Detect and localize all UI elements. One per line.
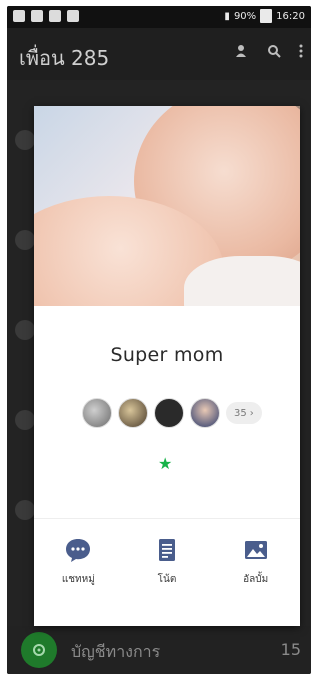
chat-bubble-icon [66, 539, 91, 562]
list-avatar [15, 130, 35, 150]
avatar[interactable] [82, 398, 112, 428]
note-button[interactable]: โน้ต [127, 536, 207, 606]
page-title: เพื่อน 285 [19, 46, 110, 70]
system-icons: ▮ 90% 16:20 [224, 9, 305, 23]
cover-photo[interactable] [34, 106, 300, 306]
app-icon [67, 10, 79, 22]
note-icon [158, 539, 175, 561]
search-icon[interactable] [267, 44, 281, 58]
member-avatars[interactable]: 35 › [82, 398, 262, 428]
more-menu-icon[interactable] [299, 44, 303, 58]
official-accounts-count: 15 [280, 640, 301, 659]
official-accounts-row[interactable]: บัญชีทางการ 15 [7, 626, 311, 674]
chevron-right-icon: › [249, 407, 254, 419]
group-name: Super mom [110, 344, 224, 366]
more-members-button[interactable]: 35 › [226, 402, 262, 424]
group-chat-button[interactable]: แชทหมู่ [38, 536, 118, 606]
avatar[interactable] [154, 398, 184, 428]
favorite-star-icon[interactable]: ★ [158, 454, 172, 473]
action-bar: แชทหมู่ โน้ต อัลบั้ม [34, 536, 300, 606]
note-label: โน้ต [157, 574, 177, 585]
divider [34, 518, 300, 519]
album-icon [244, 541, 267, 559]
group-profile-modal: Super mom 35 › ★ แชทหมู่ โน้ต อัลบั้ม [34, 106, 300, 626]
header-actions [235, 44, 303, 58]
screen: ▮ 90% 16:20 เพื่อน 285 บัญชีทางการ 15 Su… [7, 6, 311, 674]
list-avatar [15, 500, 35, 520]
list-avatar [15, 230, 35, 250]
status-time: 16:20 [276, 10, 305, 22]
official-account-icon [21, 632, 57, 668]
facebook-icon [31, 10, 43, 22]
status-bar: ▮ 90% 16:20 [7, 6, 311, 28]
avatar[interactable] [190, 398, 220, 428]
mail-icon [13, 10, 25, 22]
album-button[interactable]: อัลบั้ม [216, 536, 296, 606]
more-members-count: 35 [234, 407, 247, 419]
app-header: เพื่อน 285 [7, 28, 311, 80]
cover-photo-detail [184, 256, 300, 306]
image-icon [49, 10, 61, 22]
phone-frame: ▮ 90% 16:20 เพื่อน 285 บัญชีทางการ 15 Su… [0, 0, 318, 678]
album-label: อัลบั้ม [243, 574, 269, 585]
signal-icon: ▮ [224, 10, 230, 22]
group-chat-label: แชทหมู่ [61, 574, 95, 585]
official-accounts-label: บัญชีทางการ [71, 642, 161, 661]
notification-icons [13, 10, 79, 22]
battery-percent: 90% [233, 10, 257, 22]
list-avatar [15, 320, 35, 340]
battery-icon [260, 9, 273, 23]
add-friend-icon[interactable] [235, 44, 249, 58]
list-avatar [15, 410, 35, 430]
avatar[interactable] [118, 398, 148, 428]
